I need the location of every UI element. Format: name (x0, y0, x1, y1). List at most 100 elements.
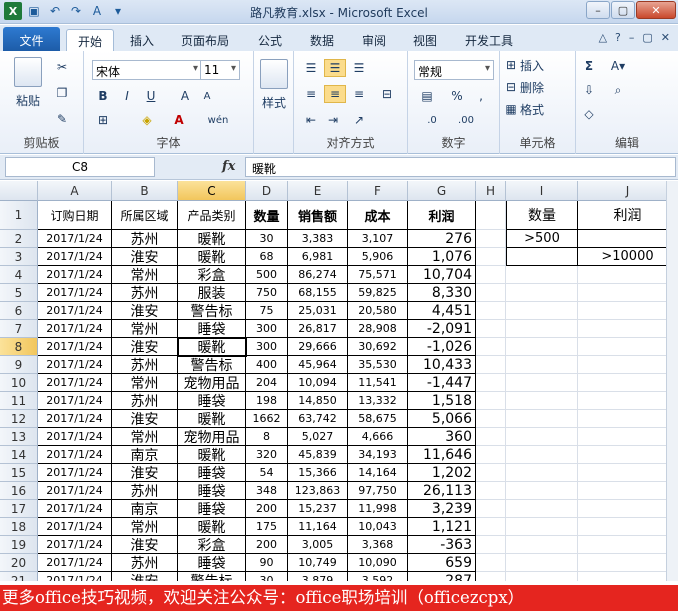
grid-cell[interactable] (506, 536, 578, 554)
column-header[interactable]: G (408, 181, 476, 201)
table-cell[interactable]: 常州 (112, 266, 178, 284)
table-cell[interactable]: 2017/1/24 (38, 428, 112, 446)
grid-cell[interactable] (476, 284, 506, 302)
table-cell[interactable]: 4,451 (408, 302, 476, 320)
copy-icon[interactable]: ❐ (54, 85, 70, 101)
doc-minimize-icon[interactable]: – (629, 31, 635, 44)
row-header[interactable]: 19 (0, 536, 38, 554)
table-cell[interactable]: 2017/1/24 (38, 392, 112, 410)
table-cell[interactable]: 2017/1/24 (38, 500, 112, 518)
table-cell[interactable]: 2017/1/24 (38, 464, 112, 482)
grid-cell[interactable] (476, 338, 506, 356)
fill-color-icon[interactable]: ◈ (138, 111, 156, 129)
table-cell[interactable]: 1,518 (408, 392, 476, 410)
table-cell[interactable]: 360 (408, 428, 476, 446)
tab-review[interactable]: 审阅 (354, 29, 394, 51)
maximize-button[interactable]: ▢ (611, 1, 635, 19)
criteria-empty[interactable] (506, 248, 578, 266)
table-cell[interactable]: 2017/1/24 (38, 248, 112, 266)
table-cell[interactable]: 348 (246, 482, 288, 500)
table-cell[interactable]: 3,879 (288, 572, 348, 581)
table-cell[interactable]: 睡袋 (178, 554, 246, 572)
grid-cell[interactable] (578, 320, 678, 338)
table-cell[interactable]: 常州 (112, 428, 178, 446)
table-cell[interactable]: 淮安 (112, 338, 178, 356)
table-cell[interactable]: 6,981 (288, 248, 348, 266)
format-cells-icon[interactable]: ▦ (504, 101, 518, 117)
grid-cell[interactable] (578, 356, 678, 374)
grid-cell[interactable] (506, 410, 578, 428)
worksheet-grid[interactable]: A B C D E F G H I J 1 2 3 4 5 6 7 8 9 10 11 12 13 14 15 16 17 18 19 2… (0, 181, 678, 581)
table-header-cell[interactable]: 利润 (408, 201, 476, 230)
table-cell[interactable]: 45,839 (288, 446, 348, 464)
close-button[interactable]: ✕ (636, 1, 676, 19)
table-cell[interactable]: 45,964 (288, 356, 348, 374)
column-header[interactable]: I (506, 181, 578, 201)
criteria-header-qty[interactable]: 数量 (506, 201, 578, 230)
table-cell[interactable]: 15,366 (288, 464, 348, 482)
comma-button[interactable]: , (472, 87, 490, 105)
table-cell[interactable]: 10,090 (348, 554, 408, 572)
find-select-icon[interactable]: ⌕ (606, 81, 630, 99)
grid-cell[interactable] (578, 410, 678, 428)
table-cell[interactable]: 暖靴 (178, 410, 246, 428)
grid-cell[interactable] (476, 500, 506, 518)
row-header[interactable]: 17 (0, 500, 38, 518)
table-cell[interactable]: 59,825 (348, 284, 408, 302)
table-cell[interactable]: 常州 (112, 320, 178, 338)
row-header[interactable]: 16 (0, 482, 38, 500)
table-cell[interactable]: 宠物用品 (178, 428, 246, 446)
grid-cell[interactable] (506, 554, 578, 572)
table-cell[interactable]: 1662 (246, 410, 288, 428)
table-cell[interactable]: 4,666 (348, 428, 408, 446)
grid-cell[interactable] (476, 464, 506, 482)
paste-icon[interactable] (14, 57, 42, 87)
fill-icon[interactable]: ⇩ (580, 81, 598, 99)
table-cell[interactable]: 68,155 (288, 284, 348, 302)
table-cell[interactable]: 3,368 (348, 536, 408, 554)
table-cell[interactable]: 2017/1/24 (38, 320, 112, 338)
column-header[interactable]: F (348, 181, 408, 201)
table-cell[interactable]: 34,193 (348, 446, 408, 464)
align-center-icon[interactable]: ≡ (324, 85, 346, 103)
increase-decimal-icon[interactable]: .0 (418, 111, 446, 129)
grid-cell[interactable] (506, 446, 578, 464)
table-cell[interactable]: 苏州 (112, 482, 178, 500)
table-cell[interactable]: 2017/1/24 (38, 356, 112, 374)
grid-cell[interactable] (476, 302, 506, 320)
table-cell[interactable]: 苏州 (112, 392, 178, 410)
table-cell[interactable]: 659 (408, 554, 476, 572)
table-cell[interactable]: 198 (246, 392, 288, 410)
help-icon[interactable]: ? (615, 31, 621, 44)
table-cell[interactable]: 2017/1/24 (38, 266, 112, 284)
grid-cell[interactable] (578, 392, 678, 410)
table-cell[interactable]: 睡袋 (178, 500, 246, 518)
table-cell[interactable]: 2017/1/24 (38, 230, 112, 248)
grid-cell[interactable] (506, 266, 578, 284)
table-cell[interactable]: 3,239 (408, 500, 476, 518)
grid-cell[interactable] (506, 320, 578, 338)
table-cell[interactable]: 29,666 (288, 338, 348, 356)
table-cell[interactable]: 1,121 (408, 518, 476, 536)
table-cell[interactable]: 宠物用品 (178, 374, 246, 392)
row-header[interactable]: 21 (0, 572, 38, 581)
table-cell[interactable]: 204 (246, 374, 288, 392)
criteria-empty[interactable] (578, 230, 678, 248)
table-cell[interactable]: -1,447 (408, 374, 476, 392)
tab-developer[interactable]: 开发工具 (456, 29, 522, 51)
grid-cell[interactable] (506, 572, 578, 581)
grid-cell[interactable] (476, 201, 506, 230)
sort-filter-icon[interactable]: A▾ (606, 57, 630, 75)
grid-cell[interactable] (578, 446, 678, 464)
table-cell[interactable]: 75,571 (348, 266, 408, 284)
tab-formulas[interactable]: 公式 (250, 29, 290, 51)
table-cell[interactable]: 320 (246, 446, 288, 464)
table-cell[interactable]: 暖靴 (178, 518, 246, 536)
grid-cell[interactable] (476, 410, 506, 428)
grid-cell[interactable] (578, 500, 678, 518)
format-painter-icon[interactable]: ✎ (54, 111, 70, 127)
table-cell[interactable]: 南京 (112, 500, 178, 518)
table-cell[interactable]: 睡袋 (178, 464, 246, 482)
row-header[interactable]: 11 (0, 392, 38, 410)
table-cell[interactable]: 睡袋 (178, 482, 246, 500)
